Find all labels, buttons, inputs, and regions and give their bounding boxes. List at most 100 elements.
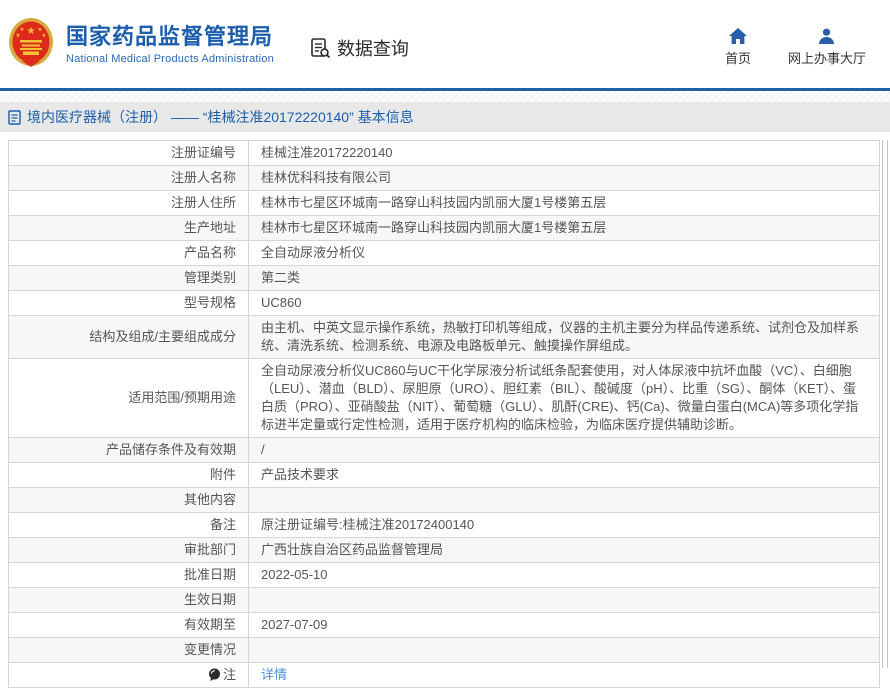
- row-label-text: 注册人住所: [171, 195, 236, 210]
- row-label: 管理类别: [9, 266, 249, 291]
- row-value: 2022-05-10: [249, 563, 880, 588]
- row-value: 桂林优科科技有限公司: [249, 166, 880, 191]
- home-icon: [729, 28, 747, 44]
- row-label-text: 其他内容: [184, 492, 236, 507]
- row-value: 桂林市七星区环城南一路穿山科技园内凯丽大厦1号楼第五层: [249, 191, 880, 216]
- table-row: 型号规格 UC860: [9, 291, 880, 316]
- row-label-text: 附件: [210, 467, 236, 482]
- table-row: 备注 原注册证编号:桂械注准20172400140: [9, 513, 880, 538]
- table-row: 生产地址 桂林市七星区环城南一路穿山科技园内凯丽大厦1号楼第五层: [9, 216, 880, 241]
- comment-icon: [208, 668, 221, 681]
- row-label-text: 备注: [210, 517, 236, 532]
- row-value: [249, 638, 880, 663]
- row-label: 备注: [9, 513, 249, 538]
- table-row: 生效日期: [9, 588, 880, 613]
- user-icon: [818, 28, 835, 44]
- row-label-text: 注: [223, 667, 236, 682]
- row-label: 生效日期: [9, 588, 249, 613]
- row-value: 产品技术要求: [249, 463, 880, 488]
- row-value: 第二类: [249, 266, 880, 291]
- row-value: [249, 488, 880, 513]
- row-label-text: 结构及组成/主要组成成分: [89, 329, 236, 344]
- row-label-text: 生产地址: [184, 220, 236, 235]
- table-row: 产品储存条件及有效期 /: [9, 438, 880, 463]
- nav-item-service-hall[interactable]: 网上办事大厅: [788, 28, 866, 67]
- row-label: 型号规格: [9, 291, 249, 316]
- row-label: 注册人住所: [9, 191, 249, 216]
- row-label: 产品储存条件及有效期: [9, 438, 249, 463]
- row-label-text: 生效日期: [184, 592, 236, 607]
- table-row: 附件 产品技术要求: [9, 463, 880, 488]
- row-label: 其他内容: [9, 488, 249, 513]
- row-value: 桂林市七星区环城南一路穿山科技园内凯丽大厦1号楼第五层: [249, 216, 880, 241]
- table-row: 注册人住所 桂林市七星区环城南一路穿山科技园内凯丽大厦1号楼第五层: [9, 191, 880, 216]
- site-title: 国家药品监督管理局: [66, 24, 274, 50]
- row-value: 由主机、中英文显示操作系统，热敏打印机等组成，仪器的主机主要分为样品传递系统、试…: [249, 316, 880, 359]
- header-nav: 首页 网上办事大厅: [718, 22, 866, 67]
- row-label: 结构及组成/主要组成成分: [9, 316, 249, 359]
- row-value: 详情: [249, 663, 880, 688]
- row-value: [249, 588, 880, 613]
- table-row: 管理类别 第二类: [9, 266, 880, 291]
- row-value: 广西壮族自治区药品监督管理局: [249, 538, 880, 563]
- table-row: 注 详情: [9, 663, 880, 688]
- table-row: 适用范围/预期用途 全自动尿液分析仪UC860与UC干化学尿液分析试纸条配套使用…: [9, 359, 880, 438]
- row-label-text: 审批部门: [184, 542, 236, 557]
- info-table-body: 注册证编号 桂械注准20172220140 注册人名称 桂林优科科技有限公司: [9, 141, 880, 688]
- table-row: 有效期至 2027-07-09: [9, 613, 880, 638]
- data-query-label: 数据查询: [337, 35, 409, 61]
- row-label-text: 产品名称: [184, 245, 236, 260]
- row-label-text: 有效期至: [184, 617, 236, 632]
- nav-item-home[interactable]: 首页: [718, 28, 758, 67]
- row-label-text: 产品储存条件及有效期: [106, 442, 236, 457]
- row-label: 附件: [9, 463, 249, 488]
- row-value: 全自动尿液分析仪UC860与UC干化学尿液分析试纸条配套使用，对人体尿液中抗坏血…: [249, 359, 880, 438]
- table-row: 批准日期 2022-05-10: [9, 563, 880, 588]
- detail-link[interactable]: 详情: [261, 667, 287, 682]
- row-label-text: 型号规格: [184, 295, 236, 310]
- row-label-text: 管理类别: [184, 270, 236, 285]
- table-row: 其他内容: [9, 488, 880, 513]
- row-label-text: 注册人名称: [171, 170, 236, 185]
- row-label: 变更情况: [9, 638, 249, 663]
- row-label: 注册证编号: [9, 141, 249, 166]
- national-emblem-icon: ★ ★ ★ ★ ★: [8, 17, 54, 71]
- row-label-text: 批准日期: [184, 567, 236, 582]
- row-value: 桂械注准20172220140: [249, 141, 880, 166]
- hatch-strip: [0, 91, 890, 102]
- scrollbar-track[interactable]: [882, 140, 888, 668]
- breadcrumb-text: 境内医疗器械（注册） —— “桂械注准20172220140” 基本信息: [27, 107, 414, 127]
- svg-text:★: ★: [27, 26, 36, 37]
- row-label: 生产地址: [9, 216, 249, 241]
- row-label-text: 注册证编号: [171, 145, 236, 160]
- row-label: 适用范围/预期用途: [9, 359, 249, 438]
- table-row: 注册证编号 桂械注准20172220140: [9, 141, 880, 166]
- row-value: 原注册证编号:桂械注准20172400140: [249, 513, 880, 538]
- data-query-tab[interactable]: 数据查询: [308, 35, 409, 61]
- row-label: 批准日期: [9, 563, 249, 588]
- svg-text:★: ★: [42, 33, 47, 39]
- row-label: 注: [9, 663, 249, 688]
- breadcrumb: 境内医疗器械（注册） —— “桂械注准20172220140” 基本信息: [0, 102, 890, 132]
- row-value: /: [249, 438, 880, 463]
- table-row: 审批部门 广西壮族自治区药品监督管理局: [9, 538, 880, 563]
- nav-service-hall-label: 网上办事大厅: [788, 48, 866, 67]
- row-value: 全自动尿液分析仪: [249, 241, 880, 266]
- registration-info-table: 注册证编号 桂械注准20172220140 注册人名称 桂林优科科技有限公司: [8, 140, 890, 688]
- row-value: UC860: [249, 291, 880, 316]
- table-row: 结构及组成/主要组成成分 由主机、中英文显示操作系统，热敏打印机等组成，仪器的主…: [9, 316, 880, 359]
- row-value: 2027-07-09: [249, 613, 880, 638]
- table-row: 注册人名称 桂林优科科技有限公司: [9, 166, 880, 191]
- row-label: 注册人名称: [9, 166, 249, 191]
- nav-home-label: 首页: [725, 48, 751, 67]
- site-subtitle: National Medical Products Administration: [66, 53, 274, 65]
- document-icon: [8, 110, 21, 125]
- table-row: 产品名称 全自动尿液分析仪: [9, 241, 880, 266]
- data-query-icon: [308, 36, 332, 60]
- svg-text:★: ★: [16, 33, 21, 39]
- row-label: 审批部门: [9, 538, 249, 563]
- site-logo[interactable]: ★ ★ ★ ★ ★ 国家药品监督管理局 National Medical Pro…: [8, 17, 274, 71]
- row-label: 有效期至: [9, 613, 249, 638]
- header: ★ ★ ★ ★ ★ 国家药品监督管理局 National Medical Pro…: [0, 0, 890, 88]
- row-label-text: 适用范围/预期用途: [128, 390, 236, 405]
